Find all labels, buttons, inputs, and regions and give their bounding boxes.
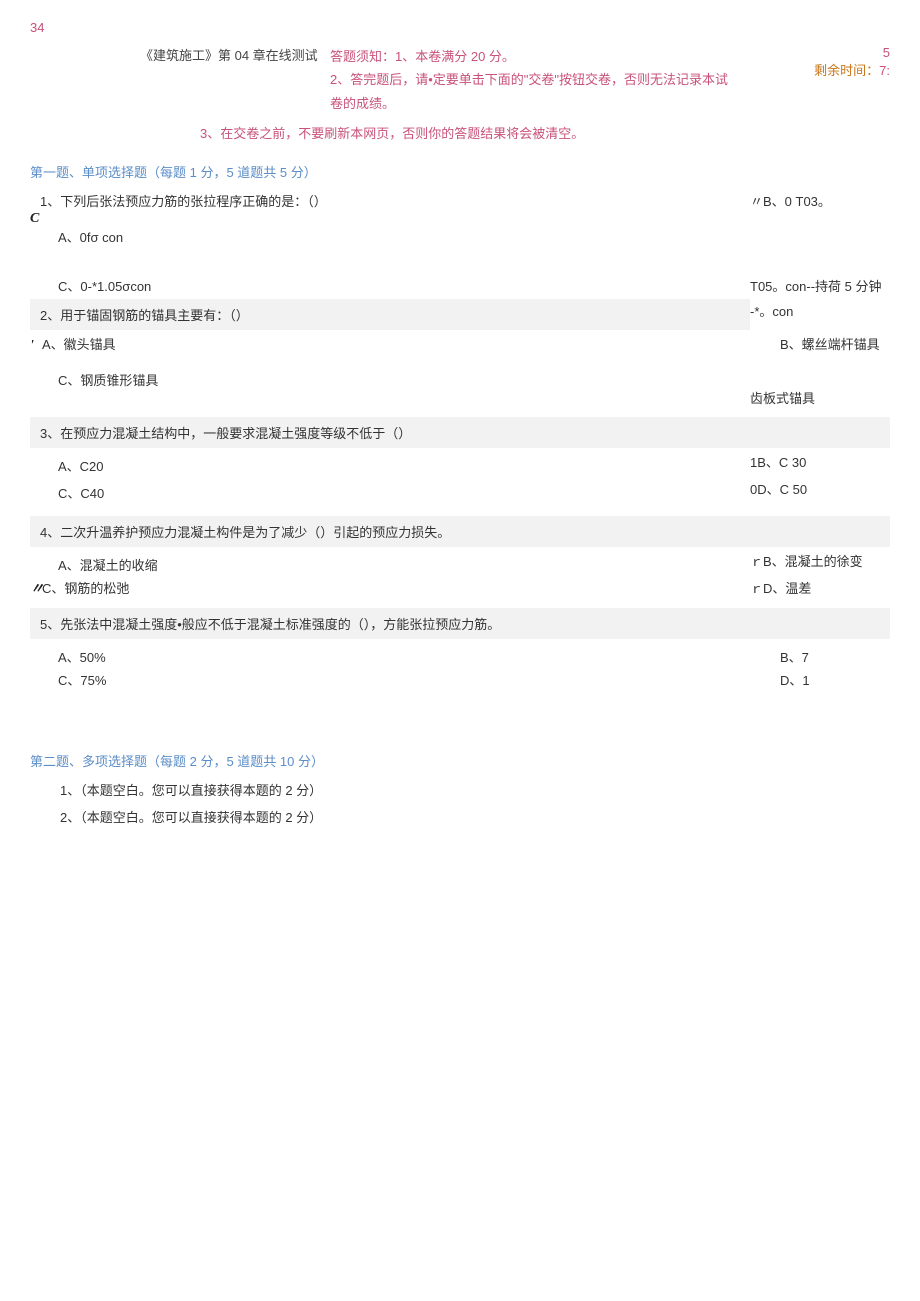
q3-option-b[interactable]: 1B、C 30 [750, 452, 890, 479]
time-remaining-value: 7: [879, 63, 890, 78]
q2-a-marker: ' [30, 338, 42, 354]
q4-stem: 4、二次升温养护预应力混凝土构件是为了减少（）引起的预应力损失。 [30, 516, 890, 547]
section-1-title: 第一题、单项选择题（每题 1 分，5 道题共 5 分） [30, 162, 890, 181]
q2-stem-right: -*。con [750, 295, 890, 334]
quiz-title: 《建筑施工》第 04 章在线测试 [140, 45, 330, 64]
q5-option-d[interactable]: D、1 [750, 670, 890, 689]
q5-option-b[interactable]: B、7 [750, 647, 890, 666]
time-number: 5 [760, 45, 890, 60]
page-number: 34 [30, 20, 890, 35]
q5-option-a[interactable]: A、50% [58, 647, 750, 666]
q1-option-b[interactable]: 〃B、0 T03。 [750, 191, 890, 246]
q1-option-c[interactable]: C、0-*1.05σcon [58, 276, 750, 295]
q5-stem: 5、先张法中混凝土强度•般应不低于混凝土标准强度的（），方能张拉预应力筋。 [30, 608, 890, 639]
section-2-title: 第二题、多项选择题（每题 2 分，5 道题共 10 分） [30, 751, 890, 770]
q4-option-b[interactable]: ｒB、混凝土的徐变 [750, 551, 890, 578]
q2-option-c[interactable]: C、钢质锥形锚具 [58, 370, 750, 389]
notice-line-2: 2、答完题后，请•定要单击下面的"交卷"按钮交卷，否则无法记录本试卷的成绩。 [330, 68, 740, 115]
q4-option-a[interactable]: A、混凝土的收缩 [58, 555, 750, 574]
q4-option-d[interactable]: ｒD、温差 [750, 578, 890, 598]
q1-stem: 1、下列后张法预应力筋的张拉程序正确的是：（） [30, 191, 750, 210]
section2-q1: 1、（本题空白。您可以直接获得本题的 2 分） [30, 780, 890, 799]
q1-option-a[interactable]: A、0fσ con [30, 227, 750, 246]
q4-c-marker: 〃 [30, 578, 42, 598]
q1-option-c-right: T05。con--持荷 5 分钟 [750, 276, 890, 295]
time-remaining-label: 剩余时间： [814, 63, 879, 78]
notice-line-3: 3、在交卷之前，不要刷新本网页，否则你的答题结果将会被清空。 [30, 123, 890, 142]
q3-stem: 3、在预应力混凝土结构中，一般要求混凝土强度等级不低于（） [30, 417, 890, 448]
header-row: 《建筑施工》第 04 章在线测试 答题须知：1、本卷满分 20 分。 2、答完题… [30, 45, 890, 115]
q3-option-d[interactable]: 0D、C 50 [750, 479, 890, 506]
q2-option-d[interactable]: 齿板式锚具 [750, 370, 890, 407]
q4-option-c[interactable]: C、钢筋的松弛 [42, 581, 129, 596]
section2-q2: 2、（本题空白。您可以直接获得本题的 2 分） [30, 807, 890, 826]
q2-option-a[interactable]: A、徽头锚具 [42, 337, 116, 352]
notice-line-1: 答题须知：1、本卷满分 20 分。 [330, 45, 740, 68]
q5-option-c[interactable]: C、75% [58, 670, 750, 689]
q2-stem: 2、用于锚固钢筋的锚具主要有：（） [30, 299, 750, 330]
q3-option-c[interactable]: C、C40 [58, 483, 750, 502]
q1-answer-marker: C [30, 211, 42, 227]
q2-option-b[interactable]: B、螺丝端杆锚具 [750, 334, 890, 354]
q3-option-a[interactable]: A、C20 [58, 456, 750, 475]
